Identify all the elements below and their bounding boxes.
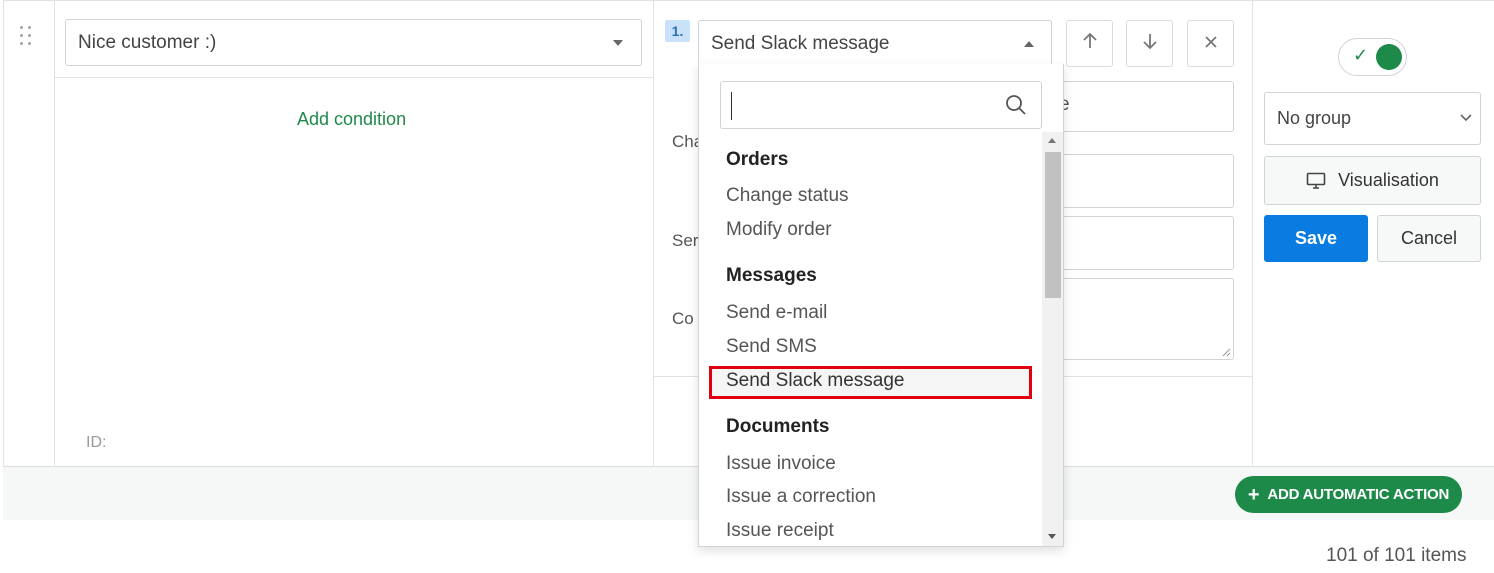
dropdown-item[interactable]: Change status [726, 185, 849, 207]
toggle-knob [1376, 44, 1402, 70]
scroll-up-icon[interactable] [1048, 138, 1056, 143]
dropdown-item[interactable]: Issue receipt [726, 520, 834, 542]
visualisation-label: Visualisation [1338, 170, 1439, 190]
dropdown-scrollbar[interactable] [1042, 132, 1063, 546]
divider [55, 77, 653, 78]
arrow-down-icon [1141, 32, 1159, 56]
scroll-down-icon[interactable] [1048, 534, 1056, 539]
dropdown-item-selected[interactable]: Send Slack message [726, 370, 905, 392]
divider [54, 0, 55, 467]
dropdown-search-input[interactable] [720, 81, 1042, 129]
visualisation-button[interactable]: Visualisation [1264, 156, 1481, 205]
dropdown-group-orders: Orders [726, 149, 789, 170]
channel-input[interactable] [1050, 154, 1234, 208]
add-condition-link[interactable]: Add condition [297, 109, 406, 130]
monitor-icon [1306, 172, 1326, 190]
resize-handle-icon[interactable] [1221, 347, 1231, 357]
dropdown-item[interactable]: Send SMS [726, 336, 817, 358]
sender-input[interactable] [1050, 216, 1234, 270]
active-toggle[interactable]: ✓ [1338, 38, 1407, 76]
divider [1252, 0, 1253, 467]
action-type-dropdown: Orders Change status Modify order Messag… [698, 64, 1064, 547]
chevron-up-icon [1024, 41, 1034, 47]
automation-editor: Nice customer :) Add condition ID: 1. Se… [0, 0, 1494, 573]
arrow-up-icon [1081, 32, 1099, 56]
dropdown-item[interactable]: Modify order [726, 219, 832, 241]
cancel-button[interactable]: Cancel [1377, 215, 1481, 262]
group-select[interactable]: No group [1264, 92, 1481, 145]
add-automatic-action-button[interactable]: + ADD AUTOMATIC ACTION [1235, 476, 1462, 513]
remove-action-button[interactable] [1187, 20, 1234, 67]
add-automatic-action-label: ADD AUTOMATIC ACTION [1267, 486, 1450, 503]
dropdown-group-documents: Documents [726, 416, 830, 437]
step-number-badge: 1. [665, 20, 690, 42]
plus-icon: + [1247, 483, 1260, 506]
pagination-count: 101 of 101 items [1326, 545, 1467, 566]
condition-select[interactable]: Nice customer :) [65, 19, 642, 66]
dropdown-item[interactable]: Issue invoice [726, 453, 836, 475]
action-type-select-value: Send Slack message [711, 33, 890, 54]
id-label: ID: [86, 434, 107, 451]
search-icon [1005, 94, 1027, 121]
dropdown-item[interactable]: Issue a correction [726, 486, 876, 508]
close-icon [1204, 32, 1218, 55]
text-cursor [731, 92, 732, 120]
scrollbar-thumb[interactable] [1045, 152, 1061, 298]
slack-channel-field[interactable]: e [1050, 81, 1234, 132]
condition-select-value: Nice customer :) [78, 31, 217, 53]
dropdown-group-messages: Messages [726, 265, 817, 286]
dropdown-item[interactable]: Send e-mail [726, 302, 827, 324]
save-button[interactable]: Save [1264, 215, 1368, 262]
field-label-sender: Ser [672, 231, 699, 250]
group-select-value: No group [1277, 108, 1352, 128]
content-textarea[interactable] [1050, 278, 1234, 360]
action-type-select[interactable]: Send Slack message [698, 20, 1052, 67]
move-up-button[interactable] [1066, 20, 1113, 67]
drag-handle-icon[interactable] [20, 26, 36, 46]
field-label-content: Co [672, 309, 694, 328]
move-down-button[interactable] [1126, 20, 1173, 67]
divider [653, 0, 654, 467]
chevron-down-icon [613, 40, 623, 46]
chevron-down-icon [1459, 108, 1473, 129]
check-icon: ✓ [1353, 45, 1369, 65]
